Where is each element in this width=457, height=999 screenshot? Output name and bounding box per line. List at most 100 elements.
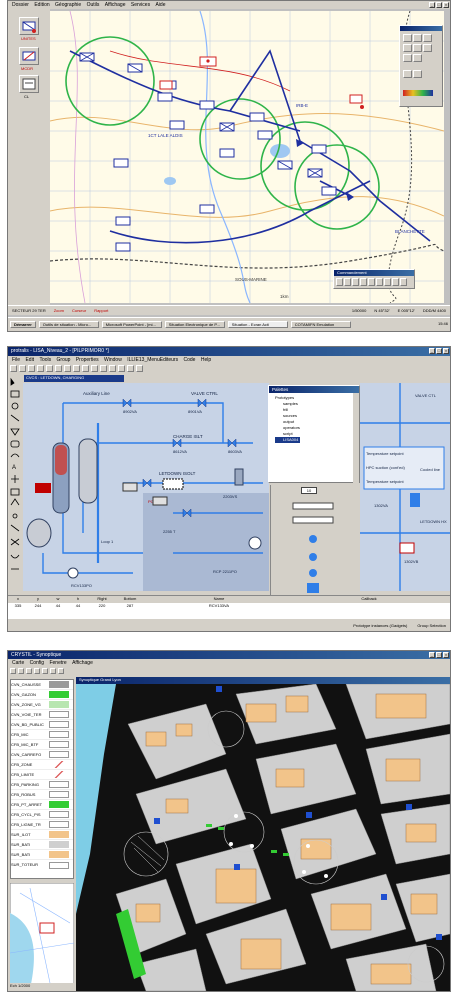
ungroup-icon[interactable] [100,365,107,372]
menu-config[interactable]: Config [30,660,44,666]
tool-button-mcdr[interactable] [19,47,39,65]
minimize-icon[interactable]: _ [429,348,435,354]
layer-row[interactable]: CVN_GAZON [11,690,73,700]
help-icon[interactable] [136,365,143,372]
cmd-button-1[interactable] [336,278,343,286]
layer-row[interactable]: CVN_VOIE_TER [11,710,73,720]
maximize-icon[interactable]: □ [436,348,442,354]
menu-edit[interactable]: Edit [25,357,34,363]
start-button[interactable]: Démarrer [10,321,36,328]
layer-row[interactable]: CFB_PARKING [11,780,73,790]
palette-zoom-out-button[interactable] [413,34,422,42]
run-icon[interactable] [127,365,134,372]
col-right[interactable]: Right [88,596,116,603]
drawing-tools-icons[interactable]: A [8,375,22,597]
maximize-icon[interactable]: □ [436,2,442,8]
palette-info-button[interactable] [413,70,422,78]
grid-icon[interactable] [118,365,125,372]
overview-map[interactable] [10,883,74,989]
menu-geographie[interactable]: Géographie [55,2,81,8]
search-icon[interactable] [50,668,56,674]
col-x[interactable]: x [8,596,28,603]
ruler-icon[interactable] [58,668,64,674]
cmd-button-9[interactable] [400,278,407,286]
palette-measure-button[interactable] [413,44,422,52]
process-diagram-canvas[interactable]: Auxiliary Line CHARGE ISLT VALVE CTRL LE… [23,383,269,591]
cmd-button-8[interactable] [392,278,399,286]
layer-row[interactable]: SUR_BATI [11,840,73,850]
menu-fenetre[interactable]: Fenetre [49,660,66,666]
palette-print-button[interactable] [403,70,412,78]
layer-row[interactable]: SUR_ILOT [11,830,73,840]
save-icon[interactable] [28,365,35,372]
menu-edition[interactable]: Edition [34,2,49,8]
palette-scrollbar[interactable] [353,393,359,483]
menu-outils[interactable]: Outils [87,2,100,8]
undo-icon[interactable] [64,365,71,372]
group-icon[interactable] [91,365,98,372]
align-right-icon[interactable] [82,365,89,372]
palette-draw-button[interactable] [413,54,422,62]
layer-row[interactable]: CVN_BD_PUBLIC [11,720,73,730]
layer-row[interactable]: CFB_CYCL_PIS [11,810,73,820]
zoom-fit-icon[interactable] [42,668,48,674]
preview-value-box[interactable]: 10 [301,487,317,494]
align-left-icon[interactable] [73,365,80,372]
menu-window[interactable]: Window [104,357,122,363]
minimize-icon[interactable]: _ [429,652,435,658]
taskbar-item[interactable]: Microsoft PowerPoint - [mi... [101,321,162,328]
pan-icon[interactable] [18,668,24,674]
palette-pan-button[interactable] [423,34,432,42]
layer-row[interactable]: CFB_LIGNE_TR [11,820,73,830]
layer-row[interactable]: CVN_ZONE_VG [11,700,73,710]
new-icon[interactable] [10,365,17,372]
diagram-tab[interactable]: CVCS : LETDOWN, CHARGING [24,375,124,382]
menu-affichage[interactable]: Affichage [105,2,126,8]
maximize-icon[interactable]: □ [436,652,442,658]
zoom-out-icon[interactable] [34,668,40,674]
cmd-button-7[interactable] [384,278,391,286]
col-w[interactable]: w [48,596,68,603]
layer-row[interactable]: CFB_MIC_BTF [11,740,73,750]
close-icon[interactable]: × [443,348,449,354]
zoom-in-icon[interactable] [26,668,32,674]
layer-row[interactable]: CFB_PT_ARRET [11,800,73,810]
menu-help[interactable]: Help [201,357,211,363]
open-icon[interactable] [19,365,26,372]
layer-row[interactable]: CVN_CARREFO [11,750,73,760]
taskbar-item[interactable]: COTAMIFN Emulation [290,321,351,328]
tactical-map-canvas[interactable]: 1CT LALE ALDIS IRB-E BLANCHETTE SOUS-MAR… [50,11,444,303]
tool-button-cl[interactable] [19,75,39,93]
cmd-button-2[interactable] [344,278,351,286]
cmd-button-3[interactable] [352,278,359,286]
menu-tools[interactable]: Tools [39,357,51,363]
layer-row[interactable]: SUR_TOTEUR [11,860,73,870]
menu-affichage[interactable]: Affichage [72,660,93,666]
copy-icon[interactable] [46,365,53,372]
zoom-icon[interactable] [109,365,116,372]
col-h[interactable]: h [68,596,88,603]
preview-widgets[interactable] [289,499,339,595]
paste-icon[interactable] [55,365,62,372]
menu-carte[interactable]: Carte [12,660,24,666]
menu-group[interactable]: Group [57,357,71,363]
menu-code[interactable]: Code [183,357,195,363]
layer-row[interactable]: SUR_BATI [11,850,73,860]
taskbar-item-active[interactable]: Situation - Ecran Acti [227,321,288,328]
col-bottom[interactable]: Bottom [116,596,144,603]
cmd-button-6[interactable] [376,278,383,286]
close-icon[interactable]: × [443,652,449,658]
cmd-button-5[interactable] [368,278,375,286]
col-callback[interactable]: Callback [294,596,444,603]
palette-select-button[interactable] [403,44,412,52]
tool-button-units[interactable] [19,17,39,35]
select-icon[interactable] [10,668,16,674]
menu-dossier[interactable]: Dossier [12,2,29,8]
city-map-canvas[interactable] [76,684,450,991]
palette-color-swatch[interactable] [403,90,433,96]
layer-row[interactable]: CVN_CHAUSSE [11,680,73,690]
layer-row[interactable]: CFB_ZONE [11,760,73,770]
menu-editors[interactable]: ILLIE13_MenuEditeurs [127,357,178,363]
palette-item-selected[interactable]: LISA004 [275,437,300,443]
minimize-icon[interactable]: _ [429,2,435,8]
